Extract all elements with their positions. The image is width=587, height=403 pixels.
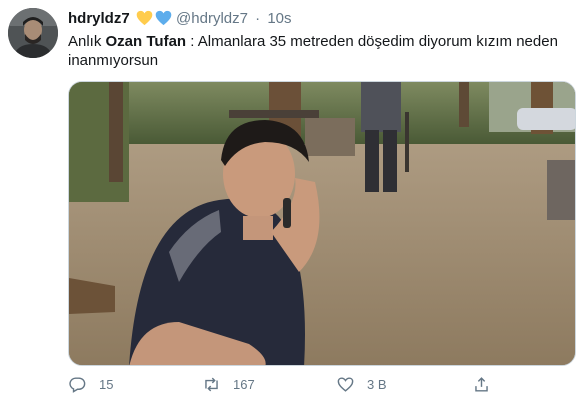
- like-count: 3 B: [367, 376, 387, 392]
- reply-button[interactable]: 15: [68, 372, 113, 396]
- user-handle[interactable]: @hdryldz7: [176, 10, 248, 27]
- avatar-image: [8, 8, 58, 58]
- separator-dot: ·: [255, 10, 261, 27]
- tweet-text-mention: Ozan Tufan: [105, 33, 187, 50]
- blue-heart-icon: [155, 10, 172, 32]
- yellow-heart-icon: [136, 10, 153, 32]
- like-button[interactable]: 3 B: [336, 372, 387, 396]
- share-icon: [475, 376, 488, 392]
- timestamp[interactable]: 10s: [267, 10, 291, 27]
- tweet-text-prefix: Anlık: [68, 33, 106, 50]
- display-name[interactable]: hdryldz7: [68, 10, 130, 27]
- retweet-icon: [205, 377, 218, 391]
- heart-icon: [337, 376, 354, 392]
- retweet-count: 167: [233, 376, 255, 392]
- tweet: hdryldz7 @hdryldz7 · 10s Anlık Ozan Tufa…: [0, 0, 587, 403]
- photo-illustration: [69, 82, 575, 365]
- reply-count: 15: [99, 376, 114, 392]
- tweet-header: hdryldz7 @hdryldz7 · 10s: [68, 9, 292, 32]
- tweet-text: Anlık Ozan Tufan : Almanlara 35 metreden…: [68, 32, 573, 70]
- tweet-photo[interactable]: [68, 81, 576, 366]
- retweet-button[interactable]: 167: [202, 372, 255, 396]
- avatar[interactable]: [8, 8, 58, 58]
- reply-icon: [69, 376, 86, 393]
- share-button[interactable]: [472, 372, 491, 396]
- tweet-actions: 15 167 3 B: [68, 372, 568, 396]
